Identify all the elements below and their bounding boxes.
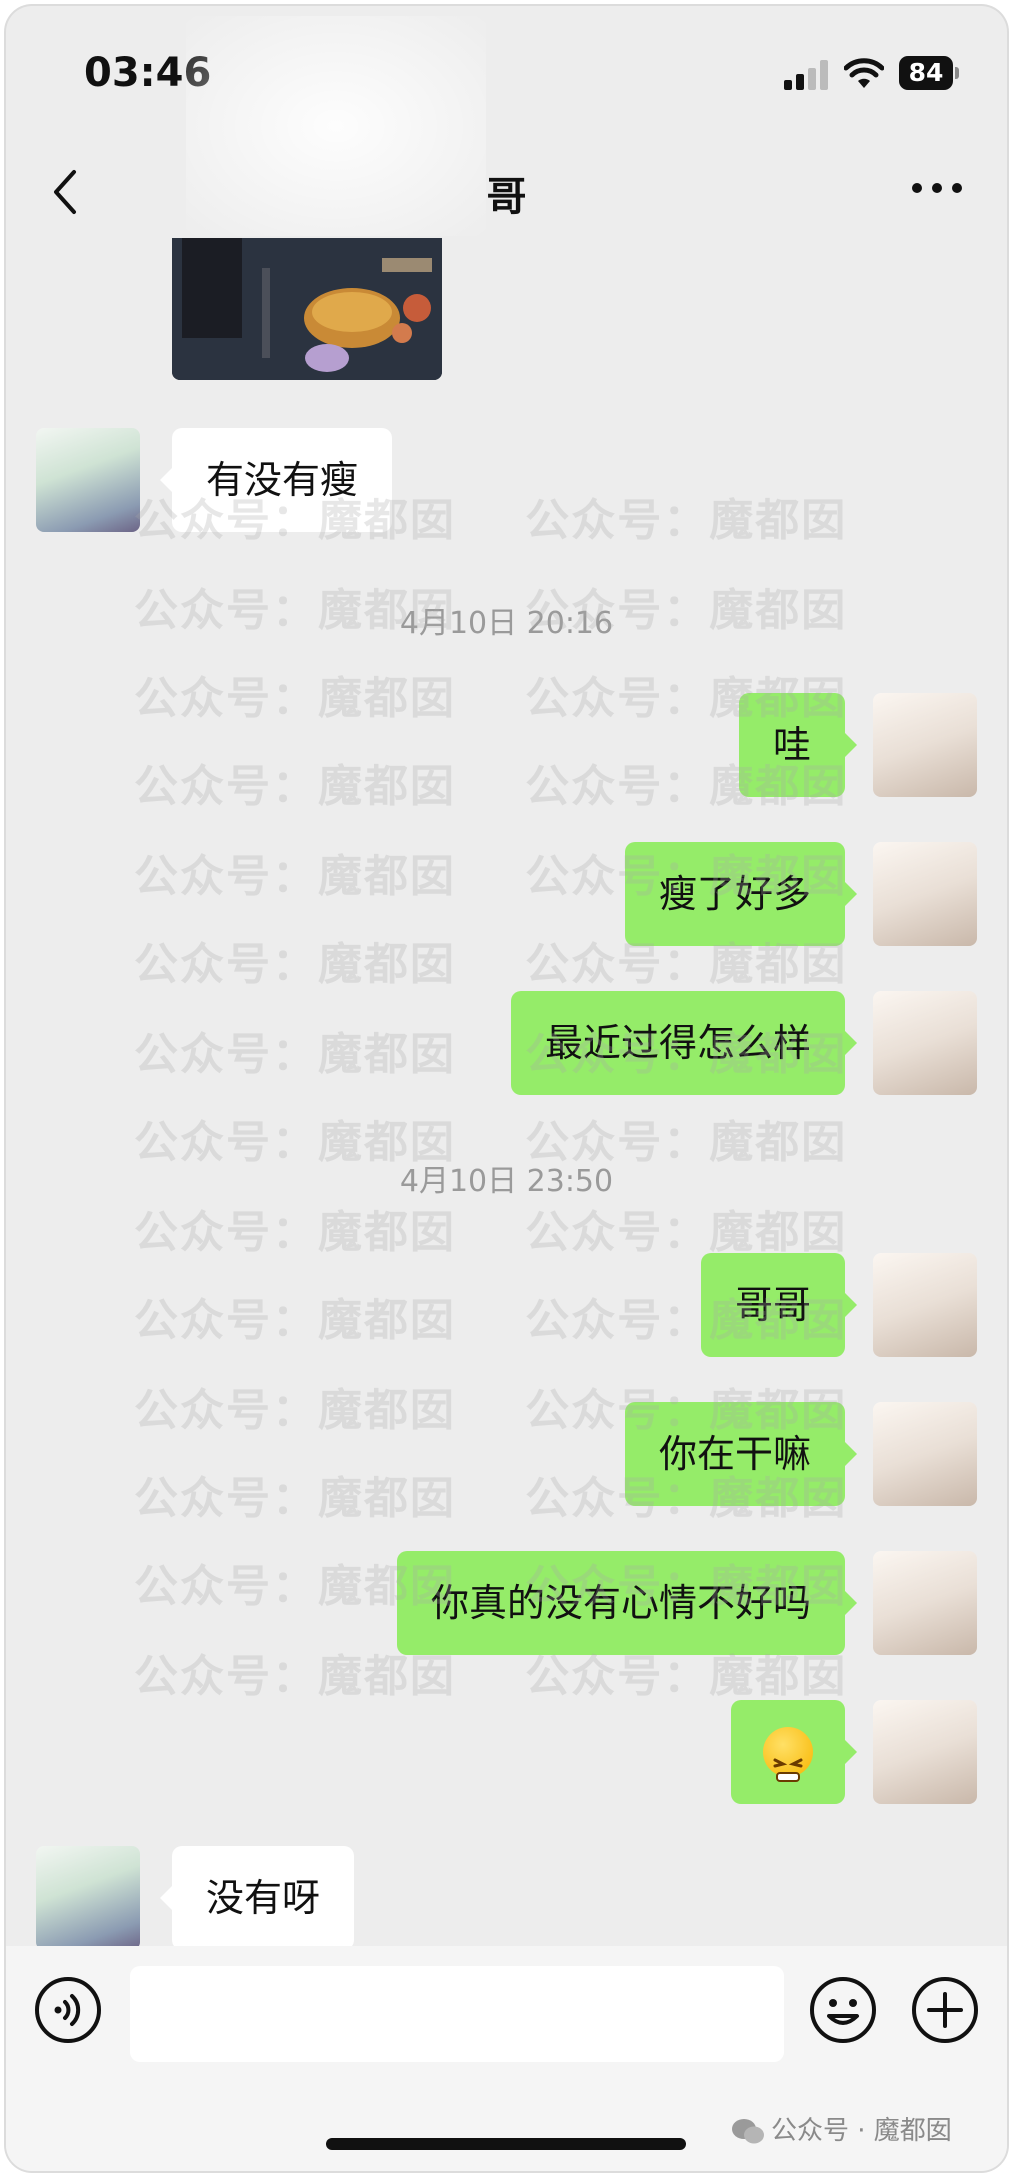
- contact-avatar[interactable]: [36, 428, 140, 532]
- self-avatar[interactable]: [873, 1700, 977, 1804]
- battery-icon: 84: [899, 56, 959, 90]
- outgoing-message[interactable]: 哥哥: [700, 1253, 858, 1357]
- plus-icon[interactable]: [911, 1976, 979, 2044]
- status-bar: 03:46 84: [6, 6, 1007, 236]
- wechat-icon: [732, 2118, 764, 2143]
- footer-watermark-text: 公众号 · 魔都囡: [771, 2116, 952, 2146]
- outgoing-emoji-message[interactable]: [731, 1700, 857, 1804]
- incoming-message[interactable]: 有没有瘦: [159, 428, 393, 532]
- self-avatar[interactable]: [873, 693, 977, 797]
- self-avatar[interactable]: [873, 991, 977, 1095]
- self-avatar[interactable]: [873, 1402, 977, 1506]
- hotpot-photo-thumbnail: [172, 238, 442, 380]
- chat-header: 哥: [6, 146, 1007, 236]
- outgoing-message[interactable]: 你在干嘛: [624, 1402, 858, 1506]
- self-avatar[interactable]: [873, 1253, 977, 1357]
- wifi-icon: [844, 58, 884, 88]
- more-options-icon[interactable]: [909, 176, 965, 200]
- outgoing-message[interactable]: 你真的没有心情不好吗: [396, 1551, 858, 1655]
- grimace-emoji-icon: [763, 1726, 813, 1782]
- outgoing-message[interactable]: 最近过得怎么样: [510, 991, 858, 1095]
- contact-avatar[interactable]: [36, 1846, 140, 1950]
- self-avatar[interactable]: [873, 842, 977, 946]
- message-input-bar: 公众号 · 魔都囡: [6, 1946, 1007, 2171]
- phone-screen: 03:46 84 哥 有没有瘦 4月10日 20:16 哇 瘦了好多 最近过得怎…: [6, 6, 1007, 2171]
- chat-title: 哥: [486, 174, 527, 220]
- outgoing-message[interactable]: 瘦了好多: [624, 842, 858, 946]
- self-avatar[interactable]: [873, 1551, 977, 1655]
- chat-message-list[interactable]: 有没有瘦 4月10日 20:16 哇 瘦了好多 最近过得怎么样 4月10日 23…: [6, 238, 1007, 1958]
- emoji-icon[interactable]: [809, 1976, 877, 2044]
- home-indicator[interactable]: [326, 2138, 686, 2150]
- image-message-hotpot-photo[interactable]: [172, 238, 442, 380]
- message-timestamp: 4月10日 23:50: [399, 1164, 614, 1199]
- outgoing-message[interactable]: 哇: [738, 693, 858, 797]
- incoming-message[interactable]: 没有呀: [159, 1846, 355, 1950]
- message-text-input[interactable]: [130, 1966, 784, 2062]
- message-timestamp: 4月10日 20:16: [399, 606, 614, 641]
- signal-icon: [784, 60, 828, 90]
- footer-watermark: 公众号 · 魔都囡: [731, 2110, 952, 2147]
- voice-input-icon[interactable]: [34, 1976, 102, 2044]
